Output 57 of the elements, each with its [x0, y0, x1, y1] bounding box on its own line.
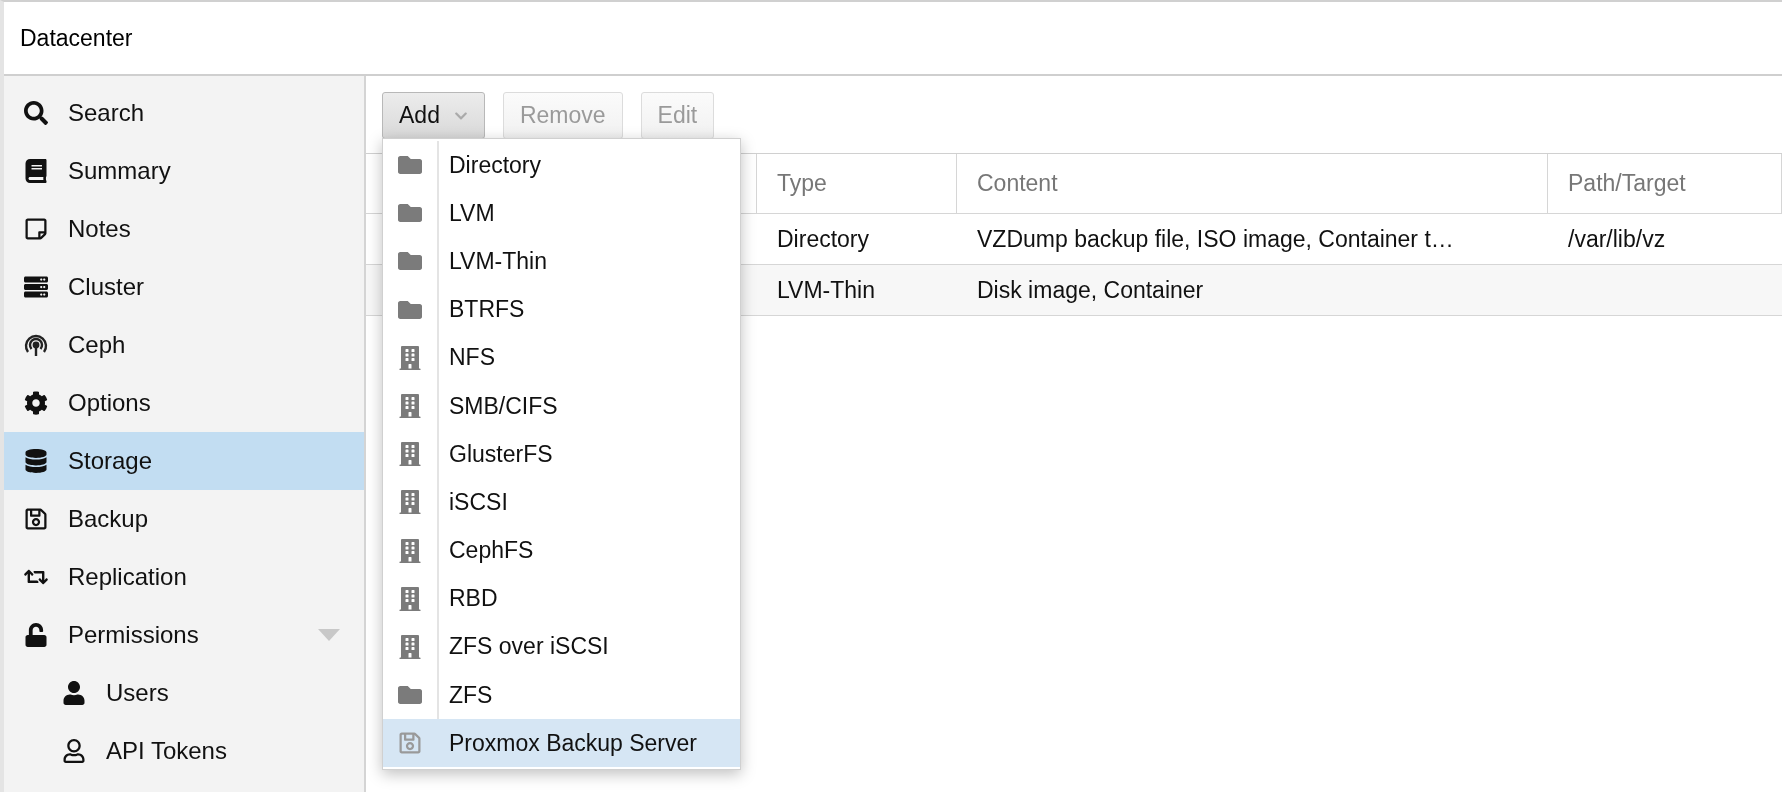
nav-item[interactable]: Search [4, 84, 364, 142]
nav-item-label: Notes [68, 215, 132, 243]
nav-item-label: Summary [68, 157, 172, 185]
user-icon [62, 681, 86, 705]
nav-item[interactable]: Ceph [4, 316, 364, 374]
building-icon [398, 345, 422, 370]
caret-icon[interactable] [318, 629, 340, 641]
menu-item[interactable]: CephFS [383, 526, 740, 575]
database-icon [24, 449, 48, 473]
nav-item[interactable]: Backup [4, 490, 364, 548]
menu-item[interactable]: ZFS over iSCSI [383, 622, 740, 672]
menu-item[interactable]: Proxmox Backup Server [383, 719, 740, 768]
header-title: Datacenter [20, 24, 133, 52]
table-cell-text: /var/lib/vz [1567, 224, 1667, 254]
table-cell-text: VZDump backup file, ISO image, Container t… [976, 224, 1455, 254]
nav-item-label: Search [68, 99, 146, 127]
nav-item[interactable]: Users [4, 664, 364, 722]
nav-item-label: Ceph [68, 331, 127, 359]
note-icon [24, 217, 48, 241]
book-icon [24, 159, 48, 183]
nav-item[interactable]: Notes [4, 200, 364, 258]
building-icon [398, 634, 422, 659]
menu-item[interactable]: iSCSI [383, 478, 740, 527]
nav-item[interactable]: Replication [4, 548, 364, 606]
menu-item[interactable]: RBD [383, 574, 740, 623]
building-icon [398, 538, 422, 563]
building-icon [398, 586, 422, 611]
user-outline-icon [62, 739, 86, 763]
nav-item-label: API Tokens [106, 737, 228, 765]
menu-item[interactable]: Directory [383, 141, 740, 190]
toolbar-button[interactable]: Add [382, 92, 485, 139]
building-icon [398, 394, 422, 419]
table-cell-text: Disk image, Container [976, 275, 1205, 305]
nav-item[interactable]: Cluster [4, 258, 364, 316]
unlocked-padlock-icon [24, 623, 48, 647]
menu-item[interactable]: GlusterFS [383, 430, 740, 479]
nav-item[interactable]: Storage [4, 432, 364, 490]
nav-item-label: Replication [68, 563, 188, 591]
nav-item[interactable]: API Tokens [4, 722, 364, 780]
nav-item-label: Backup [68, 505, 150, 533]
nav-item-label: Cluster [68, 273, 146, 301]
nav-item-label: Options [68, 389, 152, 417]
nav-item[interactable]: Permissions [4, 606, 364, 664]
settings-icon [24, 391, 48, 415]
building-icon [398, 442, 422, 467]
nav-item[interactable]: Summary [4, 142, 364, 200]
nav-item-label: Users [106, 679, 170, 707]
search-icon [24, 101, 48, 125]
nav-item-label: Permissions [68, 621, 200, 649]
table-cell-text: Directory [776, 224, 870, 254]
nav-item[interactable]: Options [4, 374, 364, 432]
server-icon [24, 275, 48, 299]
nav-item-label: Storage [68, 447, 154, 475]
menu-item[interactable]: SMB/CIFS [383, 381, 740, 431]
menu-item[interactable]: NFS [383, 333, 740, 382]
table-cell-text: LVM-Thin [776, 275, 876, 305]
building-icon [398, 490, 422, 515]
